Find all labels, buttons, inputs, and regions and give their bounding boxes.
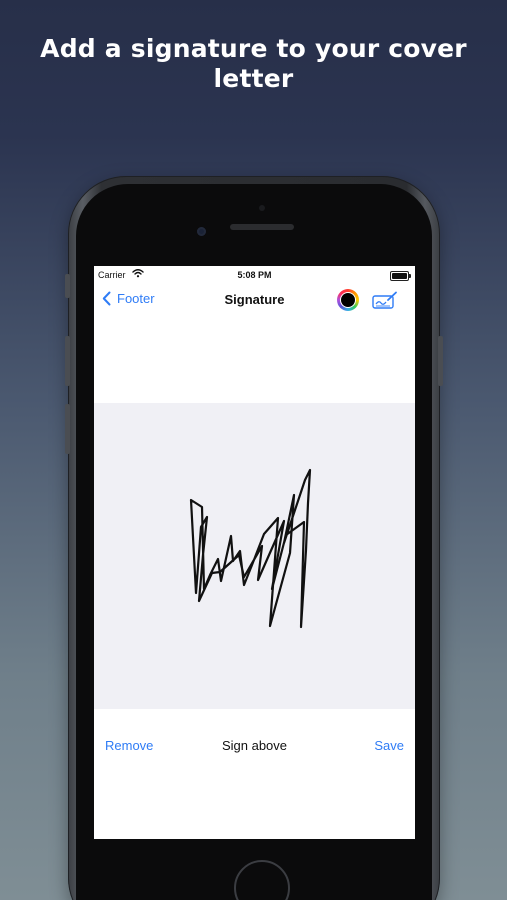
proximity-sensor xyxy=(259,205,265,211)
phone-mute-switch xyxy=(65,274,70,298)
sign-hint: Sign above xyxy=(221,738,288,753)
signature-pen-icon[interactable] xyxy=(372,291,398,314)
phone-volume-up xyxy=(65,336,70,386)
earpiece-speaker xyxy=(230,224,294,230)
home-button[interactable] xyxy=(234,860,290,900)
selected-color-swatch xyxy=(341,293,355,307)
page-title: Signature xyxy=(224,292,285,307)
battery-icon xyxy=(390,271,411,281)
promo-title: Add a signature to your cover letter xyxy=(40,34,467,93)
status-time: 5:08 PM xyxy=(237,270,272,280)
color-wheel-icon[interactable] xyxy=(337,289,359,311)
phone-volume-down xyxy=(65,404,70,454)
signature-actions-bar: Remove Sign above Save xyxy=(94,736,415,758)
save-button[interactable]: Save xyxy=(374,738,404,753)
signature-canvas[interactable] xyxy=(94,403,415,709)
signature-stroke xyxy=(189,468,312,629)
front-camera xyxy=(197,227,206,236)
status-bar: Carrier 5:08 PM xyxy=(94,266,415,284)
app-screen: Carrier 5:08 PM Footer Signature Remove … xyxy=(94,266,415,839)
navigation-bar: Footer Signature xyxy=(94,284,415,316)
phone-power-button xyxy=(438,336,443,386)
